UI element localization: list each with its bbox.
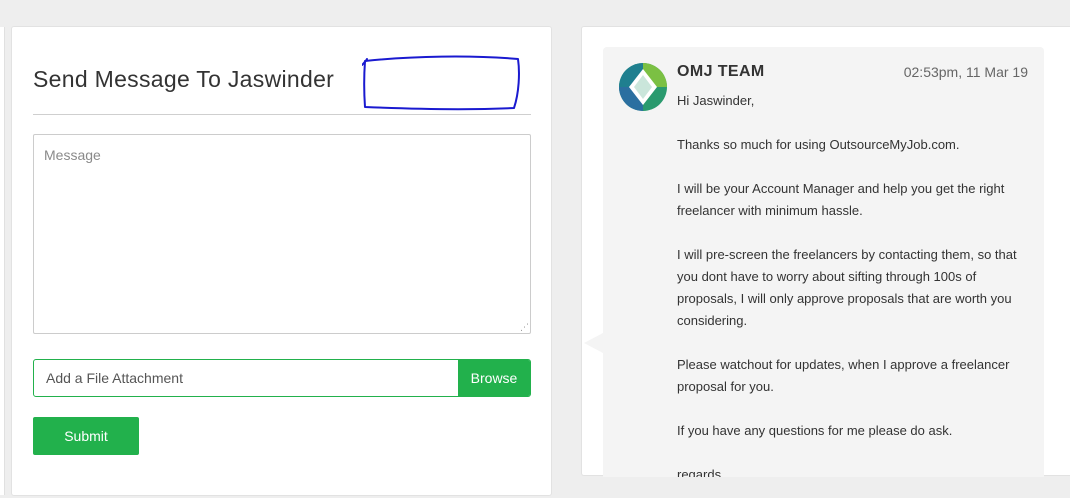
message-paragraph: Hi Jaswinder, [677,93,755,108]
message-body: Hi Jaswinder, Thanks so much for using O… [677,90,1032,477]
message-paragraph: I will be your Account Manager and help … [677,181,1005,218]
message-textarea[interactable] [33,134,531,334]
omj-logo-icon [619,63,667,111]
message-bubble: OMJ TEAM 02:53pm, 11 Mar 19 Hi Jaswinder… [603,47,1044,477]
message-paragraph: If you have any questions for me please … [677,423,953,438]
compose-message-card: Send Message To Jaswinder ⋰ Browse Submi… [11,26,552,496]
file-attachment-input[interactable] [34,360,458,396]
message-timestamp: 02:53pm, 11 Mar 19 [903,64,1028,80]
message-paragraph: Thanks so much for using OutsourceMyJob.… [677,137,960,152]
title-divider [33,114,531,115]
adjacent-panel-edge [0,27,5,495]
resize-grip-icon[interactable]: ⋰ [519,322,529,332]
file-attachment-group: Browse [33,359,531,397]
message-paragraph: regards [677,467,722,477]
redaction-scribble [362,55,520,111]
message-thread-card: OMJ TEAM 02:53pm, 11 Mar 19 Hi Jaswinder… [581,26,1070,477]
message-paragraph: I will pre-screen the freelancers by con… [677,247,1017,328]
message-paragraph: Please watchout for updates, when I appr… [677,357,1010,394]
submit-button[interactable]: Submit [33,417,139,455]
browse-button[interactable]: Browse [458,360,530,396]
bubble-pointer [584,333,603,353]
compose-title: Send Message To Jaswinder [33,66,335,92]
message-sender: OMJ TEAM [677,63,765,80]
